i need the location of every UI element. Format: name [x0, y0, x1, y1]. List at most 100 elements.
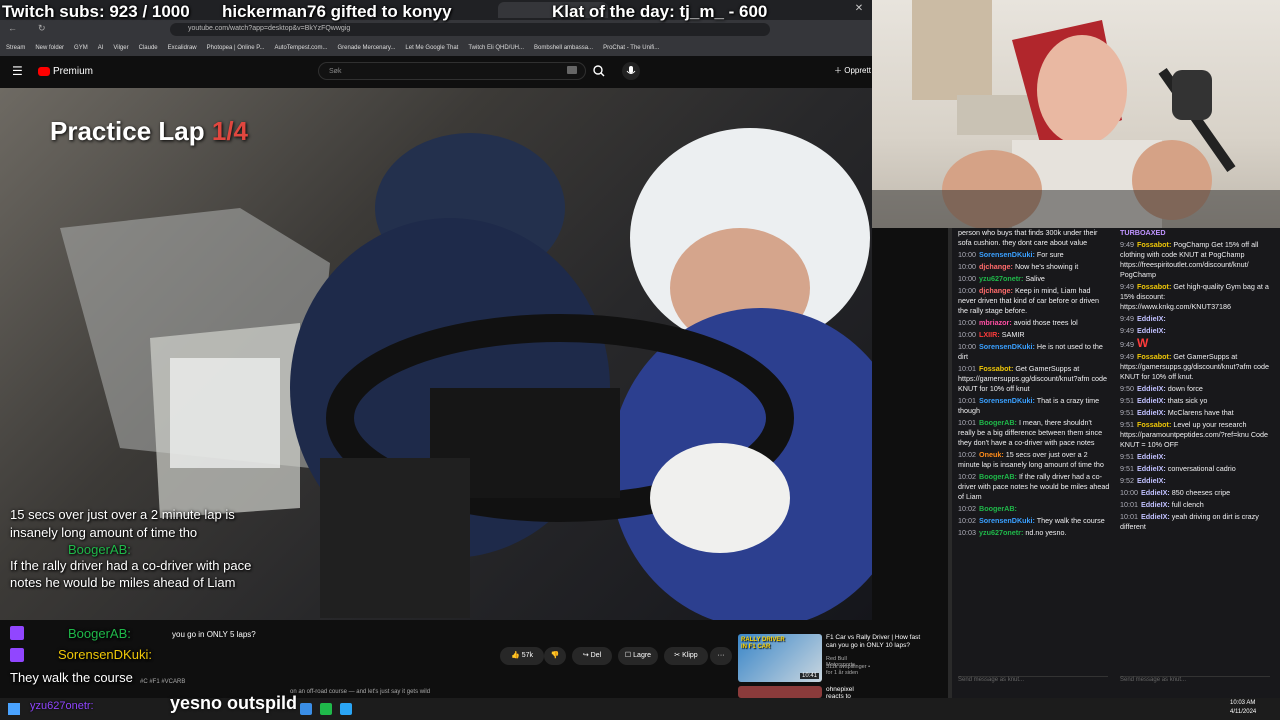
chat-username[interactable]: EddieIX:	[1141, 488, 1170, 497]
bookmark-item[interactable]: ProChat - The Unifi...	[603, 45, 659, 51]
chat-timestamp: 10:00	[1120, 488, 1138, 497]
clock-time[interactable]: 10:03 AM	[1230, 700, 1255, 706]
app-icon-1[interactable]	[300, 703, 312, 715]
chat-username[interactable]: EddieIX:	[1137, 476, 1166, 485]
bookmark-item[interactable]: New folder	[35, 45, 64, 51]
clip-button[interactable]: ✂ Klipp	[664, 647, 708, 665]
chat-username[interactable]: Oneuk:	[979, 450, 1004, 459]
recommended-title-1[interactable]: F1 Car vs Rally Driver | How fast can yo…	[826, 634, 930, 650]
chat-timestamp: 9:49	[1120, 282, 1134, 291]
chat-message: 10:02 Oneuk: 15 secs over just over a 2 m…	[958, 450, 1110, 470]
chat-message: 10:02 BoogerAB: If the rally driver had a…	[958, 472, 1110, 502]
bookmark-item[interactable]: Stream	[6, 45, 25, 51]
chat-username[interactable]: yzu627onetr:	[979, 274, 1023, 283]
twitch-icon-1	[10, 626, 24, 640]
onscreen-msg-1: 15 secs over just over a 2 minute lap is…	[10, 507, 235, 540]
chat-username[interactable]: BoogerAB:	[979, 504, 1017, 513]
share-button[interactable]: ↪ Del	[572, 647, 612, 665]
chat-username[interactable]: Fossabot:	[1137, 282, 1171, 291]
chat-message: 9:51 EddieIX: thats sick yo	[1120, 396, 1276, 406]
youtube-logo-icon[interactable]	[38, 67, 50, 76]
chat-input-1[interactable]: Send message as knut...	[958, 676, 1108, 689]
mic-button[interactable]	[622, 62, 640, 80]
search-button[interactable]	[590, 62, 608, 80]
bookmark-item[interactable]: Bombshell ambassa...	[534, 45, 593, 51]
chat-username[interactable]: BoogerAB:	[979, 418, 1017, 427]
chat-username[interactable]: TURBOAXED	[1120, 228, 1166, 237]
more-button[interactable]: ···	[710, 647, 732, 665]
save-button[interactable]: ☐ Lagre	[618, 647, 658, 665]
recommended-thumb-2[interactable]	[738, 686, 822, 698]
chat-username[interactable]: EddieIX:	[1137, 326, 1166, 335]
menu-icon[interactable]: ☰	[12, 64, 23, 78]
bookmark-item[interactable]: Grenade Mercenary...	[338, 45, 396, 51]
chat-username[interactable]: EddieIX:	[1141, 512, 1170, 521]
bookmark-item[interactable]: Claude	[139, 45, 158, 51]
chat-message: 9:49 EddieIX:	[1120, 326, 1276, 336]
chat-username[interactable]: Fossabot:	[1137, 240, 1171, 249]
create-button[interactable]: ＋ Opprett	[834, 65, 871, 76]
window-close-icon[interactable]: ✕	[852, 3, 866, 17]
bookmark-item[interactable]: Photopea | Online P...	[207, 45, 265, 51]
keyboard-icon[interactable]	[567, 66, 577, 74]
onscreen-msg-2: If the rally driver had a co-driver with…	[10, 558, 252, 590]
bookmark-item[interactable]: Vilger	[113, 45, 128, 51]
chat-username[interactable]: EddieIX:	[1137, 452, 1166, 461]
chat-timestamp: 9:49	[1120, 352, 1134, 361]
dislike-button[interactable]: 👎	[544, 647, 566, 665]
chat-username[interactable]: yzu627onetr:	[979, 528, 1023, 537]
bookmark-item[interactable]: AutoTempest.com...	[274, 45, 327, 51]
bookmark-item[interactable]: AI	[98, 45, 104, 51]
recommended-thumb-1[interactable]: RALLY DRIVER IN F1 CAR 10:41	[738, 634, 822, 682]
bookmark-item[interactable]: Excalidraw	[168, 45, 197, 51]
start-icon[interactable]	[8, 703, 20, 715]
chat-username[interactable]: EddieIX:	[1137, 396, 1166, 405]
chat-username[interactable]: LXIIR:	[979, 330, 1000, 339]
chat-username[interactable]: Fossabot:	[1137, 420, 1171, 429]
chat-username[interactable]: EddieIX:	[1141, 500, 1170, 509]
chat-message: 10:00 mbriazor: avoid those trees lol	[958, 318, 1110, 328]
chat-input-2[interactable]: Send message as knut...	[1120, 676, 1270, 689]
bookmark-item[interactable]: GYM	[74, 45, 88, 51]
chat-message: 9:51 Fossabot: Level up your research htt…	[1120, 420, 1276, 450]
chat-username[interactable]: BoogerAB:	[979, 472, 1017, 481]
chat-message: 9:50 EddieIX: down force	[1120, 384, 1276, 394]
clock-date: 4/11/2024	[1230, 709, 1257, 715]
chat-username[interactable]: Fossabot:	[979, 364, 1013, 373]
chat-username[interactable]: SorensenDKuki:	[979, 396, 1035, 405]
chat-message: 10:00 LXIIR: SAMIR	[958, 330, 1110, 340]
refresh-icon[interactable]: ↻	[38, 23, 46, 34]
chat-username[interactable]: djchange:	[979, 286, 1013, 295]
chat-timestamp: 9:51	[1120, 464, 1134, 473]
back-icon[interactable]: ←	[8, 23, 17, 33]
app-icon-2[interactable]	[320, 703, 332, 715]
twitch-icon-2	[10, 648, 24, 662]
subs-goal: Twitch subs: 923 / 1000	[2, 2, 190, 21]
like-count: 57k	[521, 652, 533, 659]
chat-timestamp: 9:51	[1120, 452, 1134, 461]
chat-username[interactable]: EddieIX:	[1137, 384, 1166, 393]
chat-username[interactable]: SorensenDKuki:	[979, 342, 1035, 351]
lap-counter: 1/4	[211, 116, 249, 146]
chat-username[interactable]: EddieIX:	[1137, 314, 1166, 323]
chat-timestamp: 10:03	[958, 528, 976, 537]
app-icon-3[interactable]	[340, 703, 352, 715]
chat-message: person who buys that finds 300k under th…	[958, 228, 1110, 248]
search-input[interactable]: Søk	[318, 62, 586, 80]
chat-username[interactable]: EddieIX:	[1137, 464, 1166, 473]
chat-username[interactable]: EddieIX:	[1137, 408, 1166, 417]
chat-username[interactable]: Fossabot:	[1137, 352, 1171, 361]
chat-username[interactable]: djchange:	[979, 262, 1013, 271]
video-title-overlay: Practice Lap 1/4	[50, 116, 248, 147]
address-bar: ← ↻	[0, 20, 872, 39]
bookmark-item[interactable]: Let Me Google That	[405, 45, 458, 51]
chat-message: 9:49 Fossabot: PogChamp Get 15% off all c…	[1120, 240, 1276, 280]
chat-username[interactable]: SorensenDKuki:	[979, 516, 1035, 525]
like-button[interactable]: 👍 57k	[500, 647, 544, 665]
chat-username[interactable]: SorensenDKuki:	[979, 250, 1035, 259]
chat-timestamp: 9:52	[1120, 476, 1134, 485]
bookmark-item[interactable]: Twitch Eli QHD/UH...	[468, 45, 524, 51]
youtube-brand[interactable]: Premium	[53, 66, 93, 77]
chat-username[interactable]: mbriazor:	[979, 318, 1012, 327]
chat-timestamp: 10:01	[958, 396, 976, 405]
